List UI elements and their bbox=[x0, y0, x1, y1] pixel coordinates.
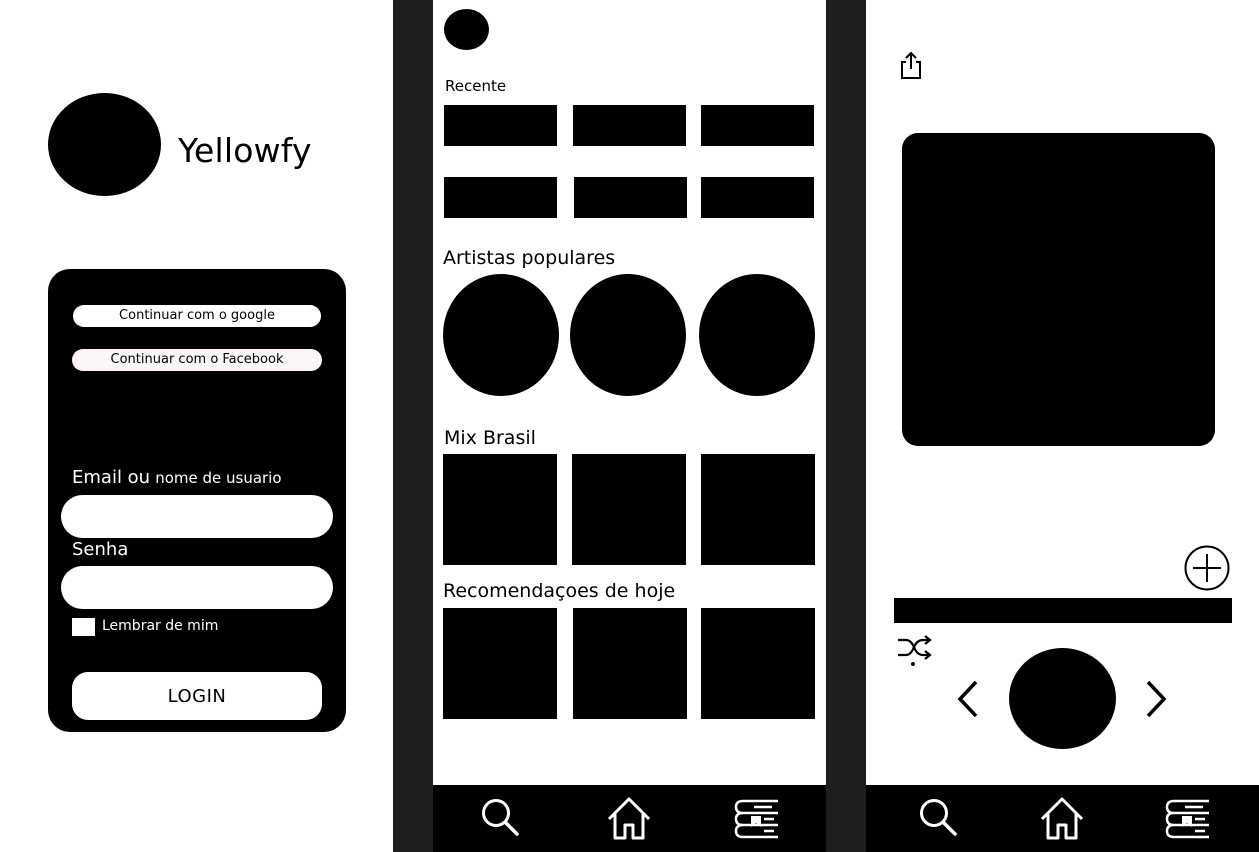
recent-item[interactable] bbox=[444, 105, 557, 146]
home-icon[interactable] bbox=[606, 795, 652, 841]
password-input[interactable] bbox=[61, 566, 333, 609]
divider-right bbox=[826, 0, 866, 852]
mix-brasil-title: Mix Brasil bbox=[444, 427, 536, 449]
library-icon[interactable] bbox=[1165, 795, 1211, 841]
recent-item[interactable] bbox=[444, 177, 557, 218]
artist-avatar[interactable] bbox=[570, 274, 686, 396]
popular-artists-title: Artistas populares bbox=[443, 247, 616, 269]
login-card: Continuar com o google Continuar com o F… bbox=[48, 269, 346, 732]
home-icon[interactable] bbox=[1039, 795, 1085, 841]
library-icon[interactable] bbox=[734, 795, 780, 841]
bottom-navbar bbox=[433, 785, 826, 852]
password-label: Senha bbox=[72, 539, 129, 560]
mix-card[interactable] bbox=[443, 454, 557, 565]
artist-avatar[interactable] bbox=[699, 274, 815, 396]
recommendation-card[interactable] bbox=[443, 608, 557, 719]
recent-item[interactable] bbox=[701, 105, 814, 146]
remember-me-label: Lembrar de mim bbox=[102, 618, 219, 634]
artist-avatar[interactable] bbox=[443, 274, 559, 396]
email-label-small: nome de usuario bbox=[155, 469, 282, 487]
divider-left bbox=[393, 0, 433, 852]
remember-me-checkbox[interactable] bbox=[72, 618, 95, 636]
recent-item[interactable] bbox=[574, 177, 687, 218]
google-login-button[interactable]: Continuar com o google bbox=[73, 305, 321, 327]
album-cover bbox=[902, 133, 1215, 446]
recommendation-card[interactable] bbox=[701, 608, 815, 719]
add-icon[interactable] bbox=[1184, 545, 1230, 591]
share-icon[interactable] bbox=[896, 50, 926, 80]
email-label: Email ou nome de usuario bbox=[72, 467, 282, 488]
mix-card[interactable] bbox=[701, 454, 815, 565]
next-icon[interactable] bbox=[1143, 679, 1169, 719]
recommendation-card[interactable] bbox=[573, 608, 687, 719]
app-logo bbox=[48, 93, 161, 196]
previous-icon[interactable] bbox=[955, 679, 981, 719]
recent-item[interactable] bbox=[701, 177, 814, 218]
recent-title: Recente bbox=[445, 77, 507, 95]
recommendations-title: Recomendaçoes de hoje bbox=[443, 580, 676, 602]
profile-avatar[interactable] bbox=[444, 9, 489, 50]
shuffle-icon[interactable] bbox=[896, 633, 934, 669]
app-name: Yellowfy bbox=[178, 131, 312, 170]
email-label-main: Email ou bbox=[72, 467, 151, 488]
login-button[interactable]: LOGIN bbox=[72, 672, 322, 720]
email-input[interactable] bbox=[61, 495, 333, 538]
play-button[interactable] bbox=[1009, 648, 1116, 749]
facebook-login-button[interactable]: Continuar com o Facebook bbox=[72, 349, 322, 371]
bottom-navbar bbox=[866, 785, 1259, 852]
recent-item[interactable] bbox=[573, 105, 686, 146]
progress-bar[interactable] bbox=[894, 598, 1232, 623]
search-icon[interactable] bbox=[477, 795, 523, 841]
mix-card[interactable] bbox=[572, 454, 686, 565]
search-icon[interactable] bbox=[915, 795, 961, 841]
